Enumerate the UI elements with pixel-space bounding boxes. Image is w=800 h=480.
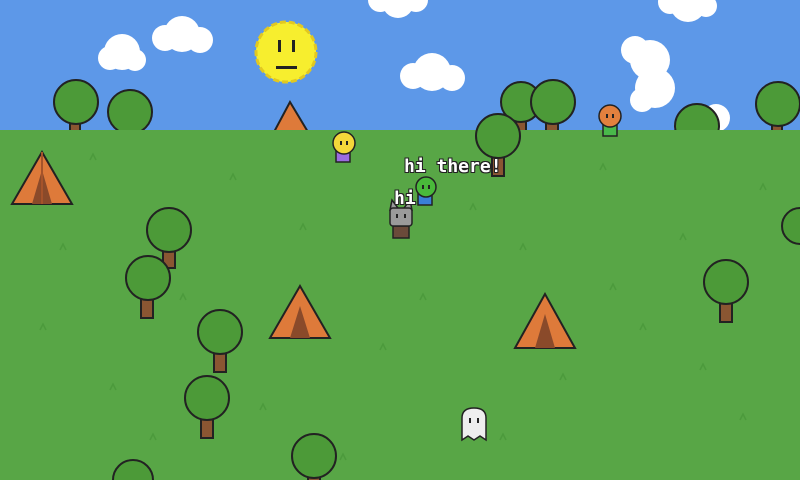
orange-blob-player[interactable] <box>598 104 622 137</box>
tree <box>107 89 153 135</box>
game-scene[interactable] <box>0 0 800 480</box>
chat-bubble: hi there! <box>404 156 502 177</box>
chat-bubble: hi <box>394 188 416 209</box>
sun-face <box>254 20 318 84</box>
game-canvas[interactable]: hi there! hi <box>0 0 800 480</box>
white-ghost-player[interactable] <box>461 407 487 442</box>
grass-field <box>0 130 800 480</box>
